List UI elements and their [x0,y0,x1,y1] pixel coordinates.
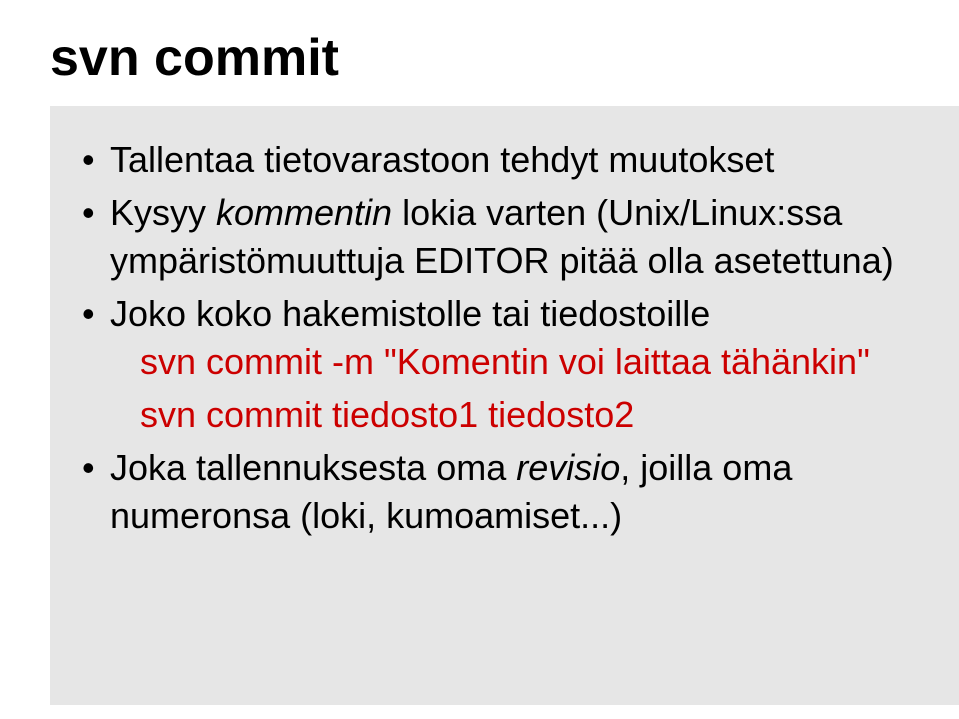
bullet-text: Tallentaa tietovarastoon tehdyt muutokse… [110,139,774,180]
title-area: svn commit [0,0,959,106]
code-subline: svn commit -m "Komentin voi laittaa tähä… [110,338,929,387]
bullet-item: Kysyy kommentin lokia varten (Unix/Linux… [110,189,929,286]
bullet-text: Joko koko hakemistolle tai tiedostoille [110,293,710,334]
bullet-text: Joka tallennuksesta oma [110,447,516,488]
content-area: Tallentaa tietovarastoon tehdyt muutokse… [50,106,959,705]
bullet-list: Tallentaa tietovarastoon tehdyt muutokse… [80,136,929,541]
slide-title: svn commit [50,28,919,88]
bullet-item: Joka tallennuksesta oma revisio, joilla … [110,444,929,541]
bullet-italic: revisio [516,447,620,488]
slide: svn commit Tallentaa tietovarastoon tehd… [0,0,959,719]
bullet-item: Joko koko hakemistolle tai tiedostoille … [110,290,929,440]
code-subline: svn commit tiedosto1 tiedosto2 [110,391,929,440]
bullet-text: Kysyy [110,192,216,233]
bullet-item: Tallentaa tietovarastoon tehdyt muutokse… [110,136,929,185]
bullet-italic: kommentin [216,192,392,233]
